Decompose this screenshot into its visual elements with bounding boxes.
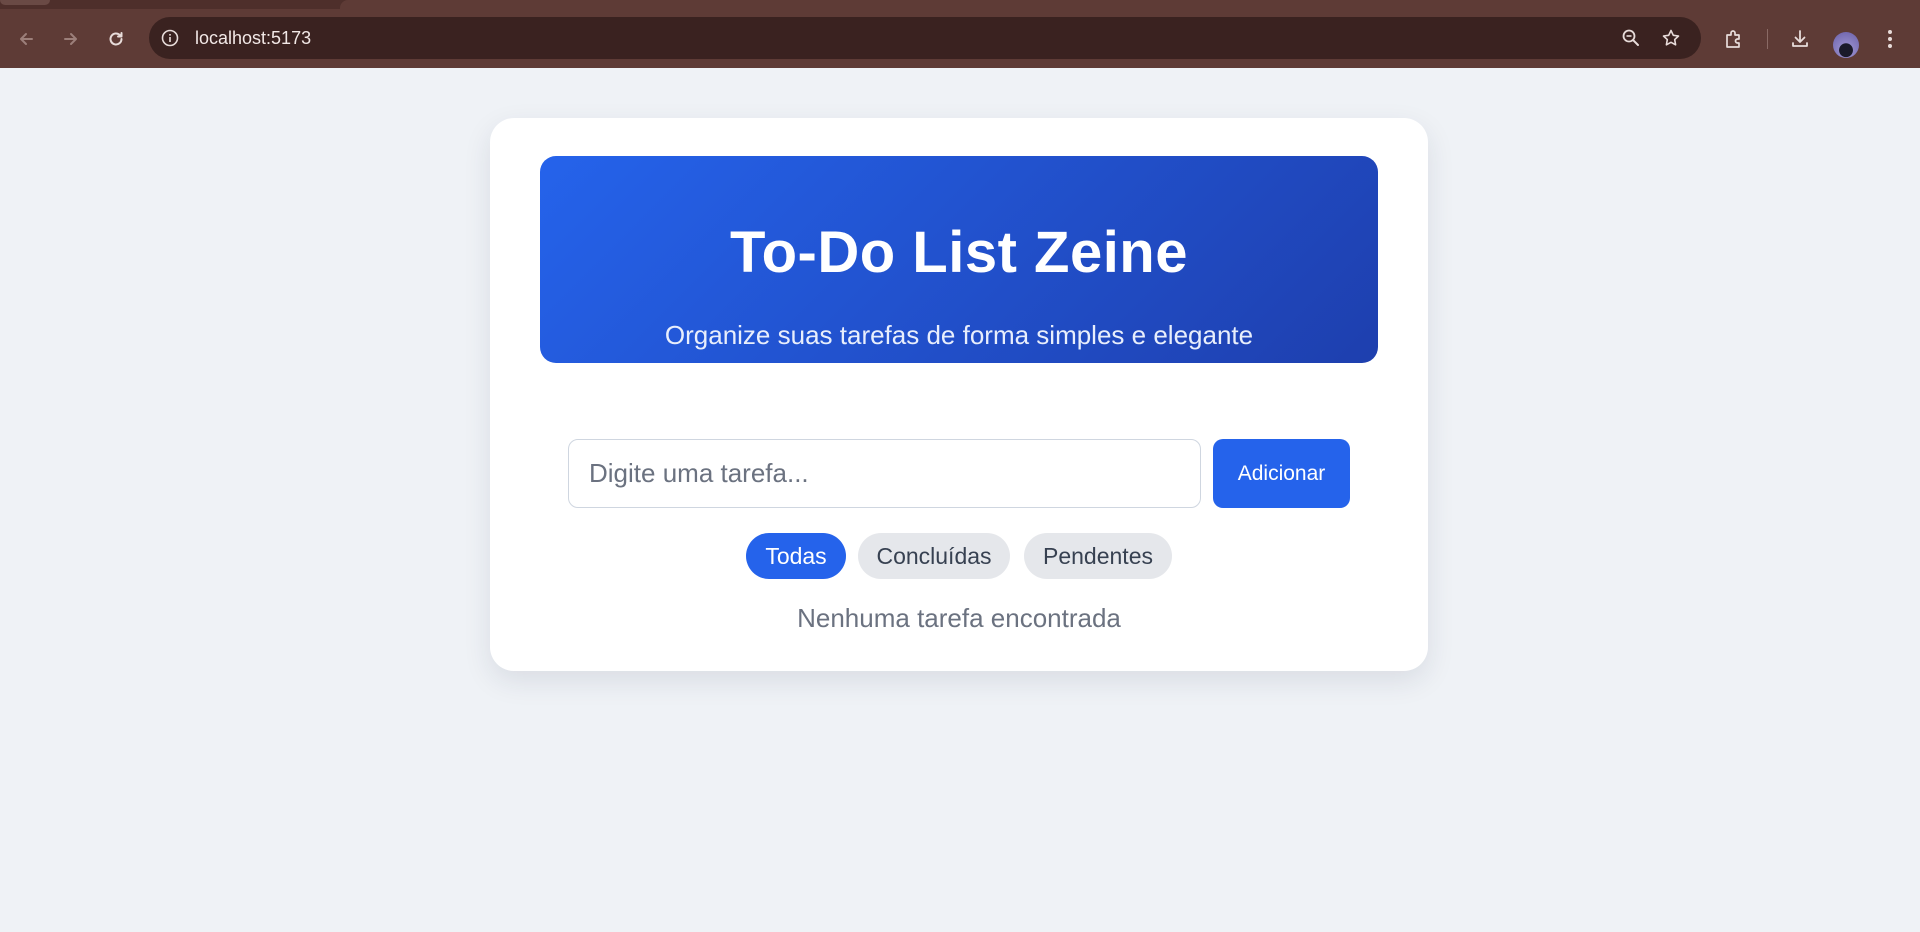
puzzle-icon[interactable] — [1721, 26, 1747, 52]
url-text[interactable]: localhost:5173 — [195, 17, 311, 59]
page-subtitle: Organize suas tarefas de forma simples e… — [664, 320, 1254, 350]
toolbar-divider — [1767, 29, 1768, 49]
reload-icon — [109, 31, 123, 45]
tab[interactable] — [0, 0, 50, 5]
avatar[interactable] — [1833, 32, 1859, 58]
tab-strip — [0, 0, 1920, 9]
filter-all-button[interactable]: Todas — [746, 533, 846, 579]
info-icon[interactable] — [159, 27, 181, 49]
download-icon[interactable] — [1787, 26, 1813, 52]
page-title: To-Do List Zeine — [729, 220, 1188, 285]
reload-button[interactable] — [96, 9, 136, 68]
kebab-menu-icon[interactable] — [1877, 26, 1903, 52]
arrow-left-icon — [20, 32, 33, 45]
active-tab-area — [340, 0, 1920, 9]
zoom-icon[interactable] — [1619, 26, 1643, 50]
filter-completed-button[interactable]: Concluídas — [858, 533, 1010, 579]
address-bar[interactable]: localhost:5173 — [149, 17, 1701, 59]
forward-button[interactable] — [51, 9, 91, 68]
filter-pending-button[interactable]: Pendentes — [1024, 533, 1172, 579]
todo-card: To-Do List Zeine Organize suas tarefas d… — [490, 118, 1428, 671]
empty-state-message: Nenhuma tarefa encontrada — [797, 603, 1121, 633]
arrow-right-icon — [64, 32, 77, 45]
star-icon[interactable] — [1659, 26, 1683, 50]
add-task-button[interactable]: Adicionar — [1213, 439, 1350, 508]
back-button[interactable] — [6, 9, 46, 68]
browser-toolbar: localhost:5173 — [0, 9, 1920, 68]
task-input[interactable] — [568, 439, 1201, 508]
hero-banner: To-Do List Zeine Organize suas tarefas d… — [540, 156, 1378, 363]
